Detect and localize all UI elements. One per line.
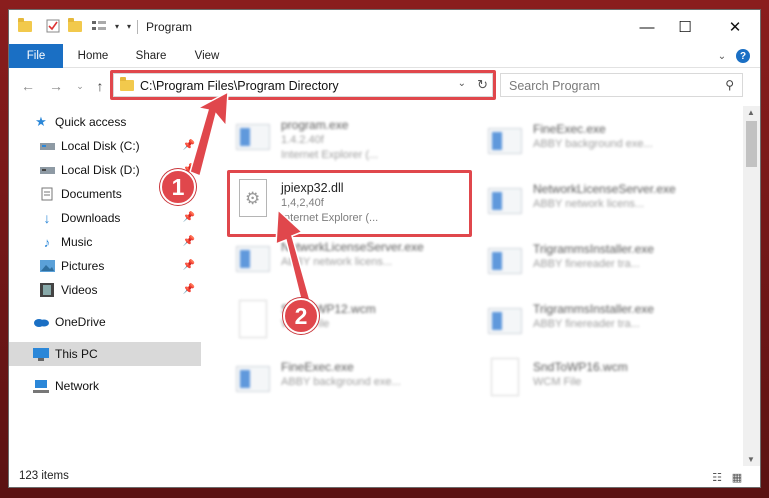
step-2-badge: 2 xyxy=(283,298,319,334)
annotation-arrows xyxy=(189,90,311,306)
arrow-1 xyxy=(189,90,229,178)
step-1-badge: 1 xyxy=(160,169,196,205)
arrow-2 xyxy=(275,208,311,306)
